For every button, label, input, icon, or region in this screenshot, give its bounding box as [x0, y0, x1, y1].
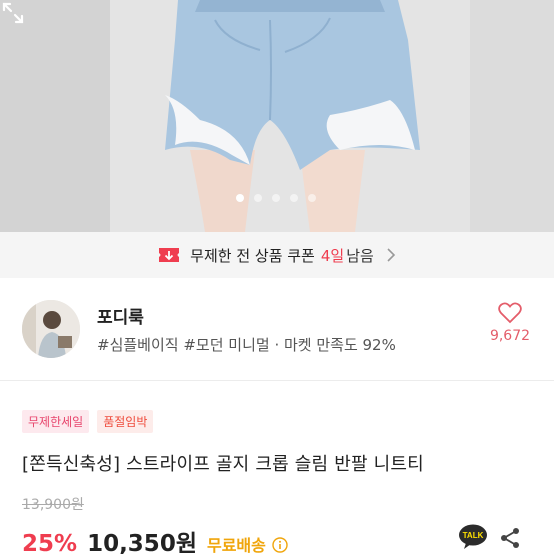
coupon-text: 무제한 전 상품 쿠폰: [190, 246, 315, 265]
info-icon[interactable]: [272, 537, 288, 553]
like-button[interactable]: 9,672: [486, 302, 534, 344]
badge-unlimited-sale: 무제한세일: [22, 410, 90, 433]
coupon-banner[interactable]: 무제한 전 상품 쿠폰 4일 남음: [0, 232, 554, 278]
carousel-dot[interactable]: [308, 194, 316, 202]
price-row: 25% 10,350원 무료배송: [22, 524, 288, 554]
coupon-remain: 남음: [346, 246, 374, 265]
coupon-days: 4일: [320, 246, 345, 265]
product-title: [쫀득신축성] 스트라이프 골지 크롭 슬림 반팔 니트티: [22, 454, 424, 475]
heart-icon: [498, 302, 522, 324]
share-icon[interactable]: [498, 526, 522, 550]
coupon-icon: [159, 248, 180, 262]
carousel-indicator: [236, 194, 316, 202]
carousel-dot[interactable]: [254, 194, 262, 202]
chevron-right-icon: [387, 248, 395, 262]
original-price: 13,900원: [22, 497, 84, 513]
divider: [0, 380, 554, 381]
badge-low-stock: 품절임박: [97, 410, 154, 433]
expand-icon[interactable]: [0, 0, 26, 26]
shop-avatar[interactable]: [22, 300, 80, 358]
kakao-talk-icon[interactable]: TALK: [458, 524, 488, 550]
carousel-dot[interactable]: [272, 194, 280, 202]
carousel-dot[interactable]: [290, 194, 298, 202]
product-image[interactable]: [0, 0, 554, 232]
shop-name[interactable]: 포디룩: [97, 303, 144, 328]
product-badges: 무제한세일 품절임박: [22, 410, 154, 433]
like-count: 9,672: [489, 328, 531, 344]
carousel-dot[interactable]: [236, 194, 244, 202]
shop-info[interactable]: 포디룩 #심플베이직 #모던 미니멀 · 마켓 만족도 92% 9,672: [0, 278, 554, 378]
shipping-label: 무료배송: [206, 536, 266, 554]
sale-price: 10,350원: [87, 531, 197, 554]
svg-text:TALK: TALK: [463, 531, 484, 540]
shop-tags: #심플베이직 #모던 미니멀 · 마켓 만족도 92%: [97, 336, 396, 354]
discount-rate: 25%: [22, 531, 78, 554]
